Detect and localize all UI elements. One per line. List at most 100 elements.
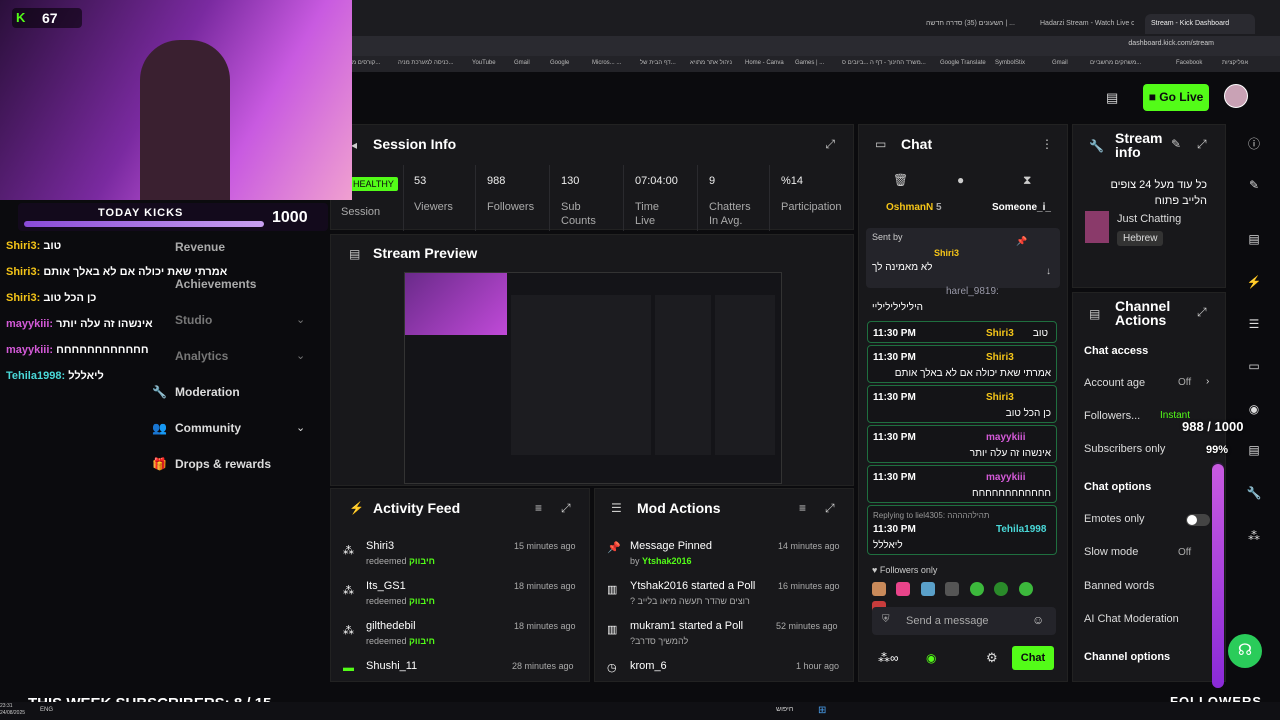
chat-send-button[interactable]: Chat	[1012, 646, 1054, 670]
setting-label[interactable]: Followers...	[1084, 410, 1140, 422]
bookmark[interactable]: Gmail	[1052, 60, 1068, 66]
bolt-icon[interactable]: ⚡	[1245, 275, 1263, 293]
bookmark[interactable]: ביובים ס...	[842, 60, 868, 66]
bookmark[interactable]: Gmail	[514, 60, 530, 66]
chevron-down-icon[interactable]: ⌄	[296, 421, 305, 434]
setting-label[interactable]: AI Chat Moderation	[1084, 613, 1179, 625]
emote[interactable]	[872, 582, 886, 596]
emote[interactable]	[1018, 582, 1033, 596]
address-bar[interactable]: dashboard.kick.com/stream	[350, 36, 1280, 56]
broadcast-icon[interactable]: ◉	[1245, 402, 1263, 420]
bookmark[interactable]: Home - Canva	[745, 60, 784, 66]
chat-message[interactable]: 11:30 PM mayykiii אינשהו זה עלה יותר	[867, 425, 1057, 463]
bookmark[interactable]: Google Translate	[940, 60, 986, 66]
emote[interactable]	[896, 582, 911, 596]
sidebar-item-studio[interactable]: Studio	[175, 313, 212, 327]
chat-message[interactable]: Replying to liel4305: תהילההההה 11:30 PM …	[867, 505, 1057, 555]
hourglass-icon[interactable]: ⧗	[1023, 173, 1031, 188]
setting-label[interactable]: Slow mode	[1084, 546, 1138, 558]
setting-label[interactable]: Account age	[1084, 377, 1145, 389]
kick-icon[interactable]: ◉	[926, 651, 936, 665]
preview-icon[interactable]: ▤	[1245, 232, 1263, 250]
sidebar-item-drops[interactable]: Drops & rewards	[175, 457, 271, 471]
emote[interactable]	[920, 582, 935, 596]
chevron-down-icon[interactable]: ⌄	[296, 349, 305, 362]
taskbar-search[interactable]: חיפוש	[776, 706, 793, 713]
chat-input[interactable]: ⛨ Send a message ☺	[872, 607, 1056, 635]
bookmark[interactable]: Google	[550, 60, 569, 66]
stream-preview-video[interactable]	[404, 272, 782, 484]
activity-detail: redeemed חיבווק	[366, 596, 435, 606]
overlay-chat-text: טוב	[43, 240, 62, 252]
bookmark[interactable]: כניסה למערכת מניה...	[398, 60, 454, 66]
pinned-message[interactable]: Sent by Shiri3 לא מאמינה לך 📌 ↓	[866, 228, 1060, 288]
chat-message[interactable]: 11:30 PM Shiri3 כן הכל טוב	[867, 385, 1057, 423]
trash-icon[interactable]: 🗑	[893, 173, 908, 187]
category-thumbnail[interactable]	[1085, 211, 1109, 243]
sidebar-item-achievements[interactable]: Achievements	[175, 277, 256, 291]
chat-message[interactable]: 11:30 PM mayykiii חחחחחחחחחחחח	[867, 465, 1057, 503]
info-icon[interactable]: ⓘ	[1245, 135, 1263, 153]
browser-tab-active[interactable]: Stream - Kick Dashboard	[1145, 14, 1255, 34]
studio-icon[interactable]: ▤	[1106, 90, 1118, 106]
expand-icon[interactable]: ⤢	[561, 501, 571, 516]
chat-icon[interactable]: ▭	[1245, 359, 1263, 377]
expand-icon[interactable]: ⤢	[1197, 137, 1207, 152]
browser-tab[interactable]: Hadarzi Stream - Watch Live on...	[1034, 14, 1134, 34]
emote[interactable]	[945, 582, 960, 596]
actions-icon[interactable]: ▤	[1245, 443, 1263, 461]
sidebar-item-moderation[interactable]: Moderation	[175, 385, 240, 399]
bookmark[interactable]: Games | ...	[795, 60, 824, 66]
chat-message[interactable]: 11:30 PM Shiri3 אמרתי שאת יכולה אם לא באל…	[867, 345, 1057, 383]
bookmark[interactable]: YouTube	[472, 60, 496, 66]
sidebar-item-analytics[interactable]: Analytics	[175, 349, 228, 363]
more-icon[interactable]: ⋮	[1041, 137, 1053, 151]
chevron-right-icon[interactable]: ›	[1206, 376, 1209, 387]
users-icon[interactable]: ⁂∞	[878, 651, 899, 665]
bookmark[interactable]: דף הבית של...	[640, 60, 676, 66]
pin-icon[interactable]: 📌	[1016, 236, 1027, 247]
stat-label: Chatters In Avg.	[709, 201, 751, 227]
bookmark[interactable]: Facebook	[1176, 60, 1202, 66]
browser-tab[interactable]: השעונים (35) סדרה חדשה | ...	[920, 14, 1026, 34]
bookmark[interactable]: אפליקציות	[1222, 60, 1248, 66]
arrow-down-icon[interactable]: ↓	[1046, 266, 1051, 277]
activity-user: Shiri3	[366, 540, 395, 552]
emote[interactable]	[994, 582, 1009, 596]
list-icon[interactable]: ☰	[1245, 317, 1263, 335]
bookmark[interactable]: ניהול אתר מתויא	[690, 60, 732, 66]
support-icon[interactable]: ☊	[1228, 634, 1262, 668]
language-indicator[interactable]: ENG	[40, 707, 53, 713]
filter-icon[interactable]: ≡	[535, 501, 542, 515]
chevron-down-icon[interactable]: ⌄	[296, 313, 305, 326]
bookmark[interactable]: SymbolStix	[995, 60, 1025, 66]
sidebar-item-community[interactable]: Community	[175, 421, 241, 435]
bookmark[interactable]: Micros... ...	[592, 60, 621, 66]
setting-label[interactable]: Subscribers only	[1084, 443, 1165, 455]
edit-icon[interactable]: ✎	[1245, 178, 1263, 196]
go-live-button[interactable]: ■ Go Live	[1143, 84, 1209, 111]
emote-bar[interactable]	[872, 582, 1056, 615]
wrench-icon[interactable]: 🔧	[1245, 486, 1263, 504]
emotes-toggle[interactable]	[1186, 514, 1210, 526]
avatar[interactable]	[1224, 84, 1248, 108]
gear-icon[interactable]: ⚙	[986, 650, 998, 666]
windows-icon[interactable]: ⊞	[818, 705, 826, 716]
bookmark[interactable]: קורסים מ...	[352, 60, 380, 66]
expand-icon[interactable]: ⤢	[1197, 305, 1207, 320]
expand-icon[interactable]: ⤢	[825, 501, 835, 516]
chat-message[interactable]: 11:30 PM Shiri3 טוב	[867, 321, 1057, 343]
emoji-icon[interactable]: ☺	[1032, 613, 1044, 627]
overlay-chat-message: Shiri3: טוב	[6, 240, 62, 252]
edit-icon[interactable]: ✎	[1171, 137, 1181, 151]
message-icon[interactable]: ●	[957, 173, 964, 187]
sidebar-item-revenue[interactable]: Revenue	[175, 240, 225, 254]
filter-icon[interactable]: ≡	[799, 501, 806, 515]
setting-label[interactable]: Emotes only	[1084, 513, 1145, 525]
setting-label[interactable]: Banned words	[1084, 580, 1154, 592]
expand-icon[interactable]: ⤢	[825, 137, 835, 152]
bookmark[interactable]: משחקים מחשביים...	[1090, 60, 1141, 66]
users-icon[interactable]: ⁂	[1245, 529, 1263, 547]
bookmark[interactable]: משרד החינוך - דף ה...	[870, 60, 926, 66]
emote[interactable]	[969, 582, 984, 596]
